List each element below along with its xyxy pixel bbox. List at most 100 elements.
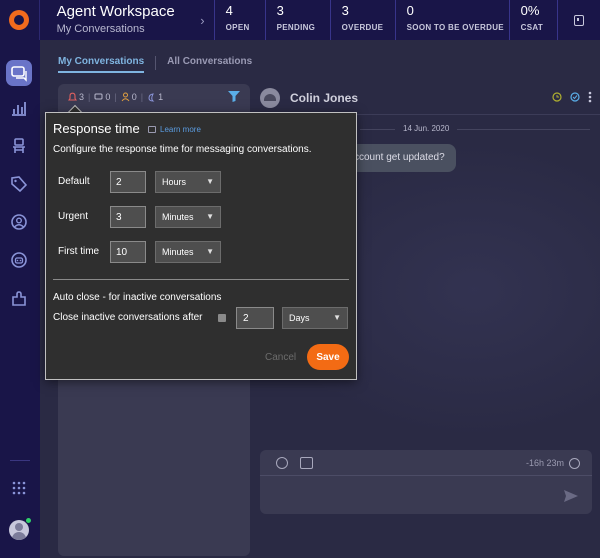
bell-icon (68, 92, 77, 101)
top-header: Agent Workspace My Conversations › 4 OPE… (0, 0, 600, 40)
select-value: Minutes (162, 212, 194, 222)
agent-icon (13, 138, 25, 153)
nav-contacts[interactable] (9, 212, 29, 232)
contact-name[interactable]: Colin Jones (290, 91, 358, 105)
app-logo[interactable] (0, 0, 40, 40)
send-icon[interactable] (564, 490, 578, 502)
learn-more-label: Learn more (160, 125, 201, 134)
workspace-title: Agent Workspace (56, 3, 175, 20)
message-icon (94, 93, 103, 99)
nav-agents[interactable] (9, 136, 29, 156)
stat-label: SOON TO BE OVERDUE (406, 23, 504, 32)
workspace-subtitle: My Conversations (56, 23, 145, 35)
user-circle-icon (11, 214, 27, 230)
chevron-right-icon[interactable]: › (191, 0, 214, 40)
auto-close-unit-select[interactable]: Days ▼ (282, 307, 348, 329)
conversation-tabs: My Conversations All Conversations (58, 56, 252, 73)
select-value: Days (289, 313, 310, 323)
stat-value: 4 (225, 3, 233, 18)
row-label: Default (58, 176, 90, 187)
stat-pending[interactable]: 3 PENDING (264, 0, 330, 40)
nav-reports[interactable] (9, 98, 29, 118)
select-value: Minutes (162, 247, 194, 257)
composer-toolbar: -16h 23m (260, 450, 592, 476)
cancel-button[interactable]: Cancel (265, 352, 296, 363)
left-navigation (0, 40, 40, 558)
chevron-down-icon: ▼ (206, 177, 214, 186)
auto-close-label: Close inactive conversations after (53, 312, 203, 323)
count-separator: | (140, 92, 144, 102)
stats-bar: 4 OPEN 3 PENDING 3 OVERDUE 0 SOON TO BE … (213, 0, 557, 40)
stat-csat[interactable]: 0% CSAT (508, 0, 557, 40)
grid-dots-icon (12, 481, 26, 495)
bot-icon (11, 252, 27, 268)
count-value: 0 (131, 92, 137, 102)
stat-label: CSAT (520, 23, 544, 32)
filter-icon[interactable] (228, 91, 240, 102)
stat-label: PENDING (276, 23, 316, 32)
timer-icon[interactable] (552, 92, 562, 102)
default-unit-select[interactable]: Hours ▼ (155, 171, 221, 193)
canned-response-icon[interactable] (300, 457, 313, 469)
bar-chart-icon (12, 102, 26, 116)
check-circle-icon[interactable] (570, 92, 580, 102)
chat-icon (11, 66, 27, 82)
nav-apps[interactable] (9, 478, 29, 498)
stat-label: OVERDUE (341, 23, 384, 32)
tab-all-conversations[interactable]: All Conversations (167, 56, 252, 73)
tab-my-conversations[interactable]: My Conversations (58, 56, 145, 73)
save-button[interactable]: Save (307, 344, 349, 370)
stat-open[interactable]: 4 OPEN (213, 0, 265, 40)
count-users[interactable]: 0 (121, 92, 137, 102)
dialog-divider (53, 279, 349, 280)
learn-more-link[interactable]: Learn more (148, 125, 201, 134)
dialog-description: Configure the response time for messagin… (53, 144, 312, 155)
nav-bots[interactable] (9, 250, 29, 270)
message-composer[interactable]: -16h 23m (260, 450, 592, 514)
user-icon (121, 92, 130, 102)
default-response-row: Default 2 Hours ▼ (58, 171, 348, 193)
count-messages[interactable]: 0 (94, 92, 110, 102)
urgent-response-row: Urgent 3 Minutes ▼ (58, 206, 348, 228)
stat-value: 0% (520, 3, 540, 18)
stat-value: 3 (341, 3, 349, 18)
count-alerts[interactable]: 3 (68, 92, 84, 102)
chat-header: Colin Jones (260, 86, 592, 110)
urgent-unit-select[interactable]: Minutes ▼ (155, 206, 221, 228)
workspace-switcher[interactable]: Agent Workspace My Conversations (40, 0, 192, 40)
puzzle-icon (12, 291, 26, 306)
emoji-icon[interactable] (276, 457, 288, 469)
more-vertical-icon[interactable] (588, 91, 592, 103)
info-button[interactable] (556, 0, 600, 40)
chevron-down-icon: ▼ (206, 247, 214, 256)
first-time-unit-select[interactable]: Minutes ▼ (155, 241, 221, 263)
chat-header-actions (552, 91, 592, 103)
auto-close-input[interactable]: 2 (236, 307, 274, 329)
info-icon[interactable] (218, 314, 226, 322)
nav-tags[interactable] (9, 174, 29, 194)
auto-close-title: Auto close - for inactive conversations (53, 292, 222, 303)
tab-divider (155, 56, 157, 70)
date-label: 14 Jun. 2020 (395, 124, 458, 133)
count-separator: | (88, 92, 91, 102)
count-value: 0 (105, 92, 111, 102)
count-snoozed[interactable]: 1 (147, 92, 163, 102)
default-time-input[interactable]: 2 (110, 171, 146, 193)
stat-label: OPEN (225, 23, 250, 32)
row-label: First time (58, 246, 100, 257)
composer-timer: -16h 23m (525, 458, 564, 468)
urgent-time-input[interactable]: 3 (110, 206, 146, 228)
logo-icon (9, 10, 30, 30)
row-label: Urgent (58, 211, 89, 222)
stat-overdue[interactable]: 3 OVERDUE (329, 0, 395, 40)
nav-integrations[interactable] (9, 288, 29, 308)
first-time-input[interactable]: 10 (110, 241, 146, 263)
count-value: 3 (79, 92, 85, 102)
stat-value: 3 (276, 3, 284, 18)
response-time-dialog: Response time Learn more Configure the r… (45, 112, 357, 380)
chevron-down-icon: ▼ (206, 212, 214, 221)
info-icon (573, 14, 584, 26)
stat-soon-overdue[interactable]: 0 SOON TO BE OVERDUE (394, 0, 509, 40)
chevron-down-icon: ▼ (333, 313, 341, 322)
nav-conversations[interactable] (6, 60, 32, 86)
